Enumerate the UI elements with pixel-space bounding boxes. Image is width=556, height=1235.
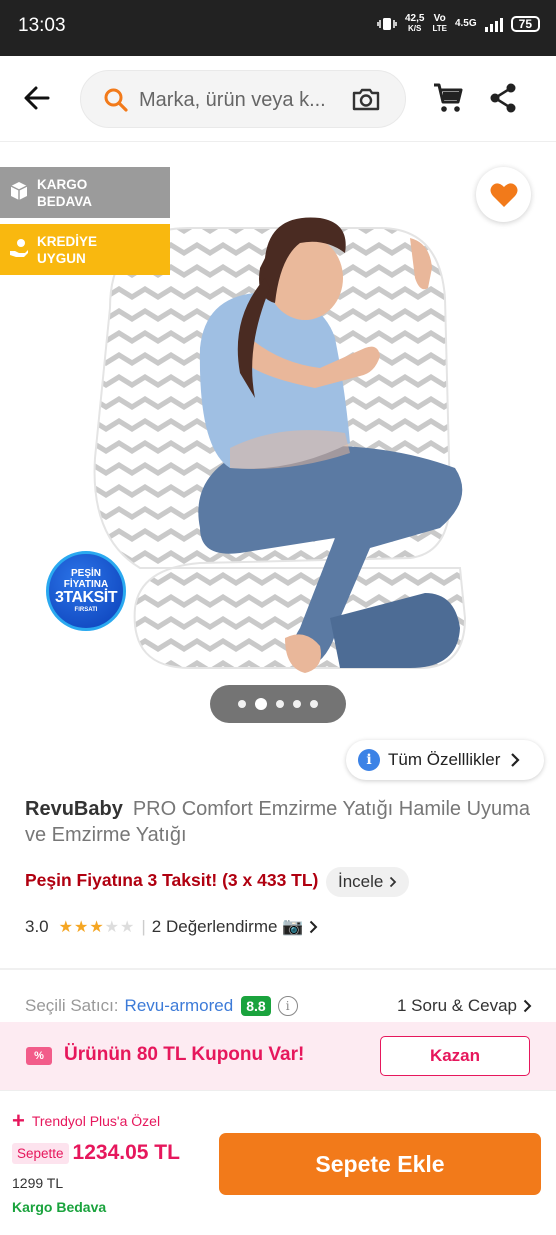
chevron-right-icon <box>511 753 520 767</box>
free-shipping-label: Kargo Bedava <box>12 1199 107 1215</box>
installment-promo-sticker: PEŞİN FİYATINA 3TAKSİT FIRSATI <box>46 551 126 631</box>
rating-stars: ★★★★★ <box>58 919 136 936</box>
inspect-label: İncele <box>338 872 384 891</box>
search-bar[interactable]: Marka, ürün veya k... <box>80 70 406 128</box>
qa-label: 1 Soru & Cevap <box>396 996 517 1015</box>
divider: | <box>141 917 146 936</box>
status-time: 13:03 <box>18 15 66 36</box>
share-icon[interactable] <box>488 82 518 119</box>
back-arrow-icon[interactable] <box>22 83 52 113</box>
camera-icon[interactable] <box>351 86 381 112</box>
basket-label: Sepette <box>12 1142 69 1164</box>
gallery-dot[interactable] <box>310 700 318 708</box>
coupon-text: Ürünün 80 TL Kuponu Var! <box>64 1044 305 1065</box>
inspect-button[interactable]: İncele <box>326 867 410 897</box>
credit-eligible-badge: KREDİYE UYGUN <box>0 224 170 275</box>
search-icon <box>104 88 128 112</box>
favorite-button[interactable] <box>476 167 531 222</box>
chevron-right-icon <box>310 920 318 934</box>
review-count[interactable]: 2 Değerlendirme 📷 <box>152 917 304 937</box>
original-price: 1299 TL <box>12 1175 64 1191</box>
rating-row[interactable]: 3.0 ★★★★★ | 2 Değerlendirme 📷 <box>25 917 318 937</box>
product-title: RevuBaby PRO Comfort Emzirme Yatığı Hamil… <box>25 796 535 848</box>
chevron-right-icon <box>390 876 397 888</box>
free-shipping-badge: KARGO BEDAVA <box>0 167 170 218</box>
add-to-cart-button[interactable]: Sepete Ekle <box>219 1133 541 1195</box>
info-icon: i <box>358 749 380 771</box>
hand-coin-icon <box>10 239 28 257</box>
info-icon[interactable]: i <box>277 996 298 1016</box>
signal-icon <box>484 16 503 32</box>
cart-icon[interactable] <box>432 82 464 119</box>
search-placeholder: Marka, ürün veya k... <box>139 89 326 111</box>
coupon-icon: % <box>26 1047 52 1065</box>
rating-score: 3.0 <box>25 917 49 936</box>
battery-icon: 75 <box>510 16 540 32</box>
vibrate-icon <box>377 18 397 30</box>
questions-answers-link[interactable]: 1 Soru & Cevap <box>397 996 532 1016</box>
bottom-purchase-bar: + Trendyol Plus'a Özel Sepette 1234.05 T… <box>0 1090 556 1235</box>
all-features-button[interactable]: i Tüm Özelllikler <box>346 740 544 780</box>
gallery-dot[interactable] <box>276 700 284 708</box>
seller-row: Seçili Satıcı: Revu-armored 8.8 i <box>25 996 298 1016</box>
volte-indicator: Vo LTE <box>432 13 447 34</box>
gallery-pagination[interactable] <box>210 685 346 723</box>
status-bar: 13:03 42,5 K/S Vo LTE 4.5G 75 <box>0 0 556 56</box>
plus-icon: + <box>12 1108 25 1133</box>
box-icon <box>10 182 28 200</box>
installment-text: Peşin Fiyatına 3 Taksit! (3 x 433 TL) <box>25 870 319 890</box>
status-icons: 42,5 K/S Vo LTE 4.5G 75 <box>377 14 540 34</box>
coupon-banner: % Ürünün 80 TL Kuponu Var! Kazan <box>0 1022 556 1090</box>
seller-name-link[interactable]: Revu-armored <box>125 996 234 1016</box>
product-brand[interactable]: RevuBaby <box>25 798 123 820</box>
basket-price: Sepette 1234.05 TL <box>12 1141 180 1165</box>
gallery-dot-active[interactable] <box>255 698 267 710</box>
top-nav-bar: Marka, ürün veya k... <box>0 56 556 142</box>
claim-coupon-button[interactable]: Kazan <box>380 1036 530 1076</box>
seller-score-badge: 8.8 <box>241 996 271 1016</box>
section-divider <box>0 968 556 970</box>
all-features-label: Tüm Özelllikler <box>388 750 501 769</box>
product-gallery[interactable]: KARGO BEDAVA KREDİYE UYGUN PEŞİN FİYATIN… <box>0 143 556 740</box>
seller-label: Seçili Satıcı: <box>25 996 119 1015</box>
plus-exclusive-label: + Trendyol Plus'a Özel <box>12 1108 161 1133</box>
network-speed: 42,5 K/S <box>404 13 425 34</box>
chevron-right-icon <box>523 999 532 1013</box>
discounted-price: 1234.05 TL <box>72 1141 180 1164</box>
heart-icon <box>490 182 517 207</box>
network-type: 4.5G <box>454 18 477 29</box>
gallery-dot[interactable] <box>293 700 301 708</box>
gallery-dot[interactable] <box>238 700 246 708</box>
